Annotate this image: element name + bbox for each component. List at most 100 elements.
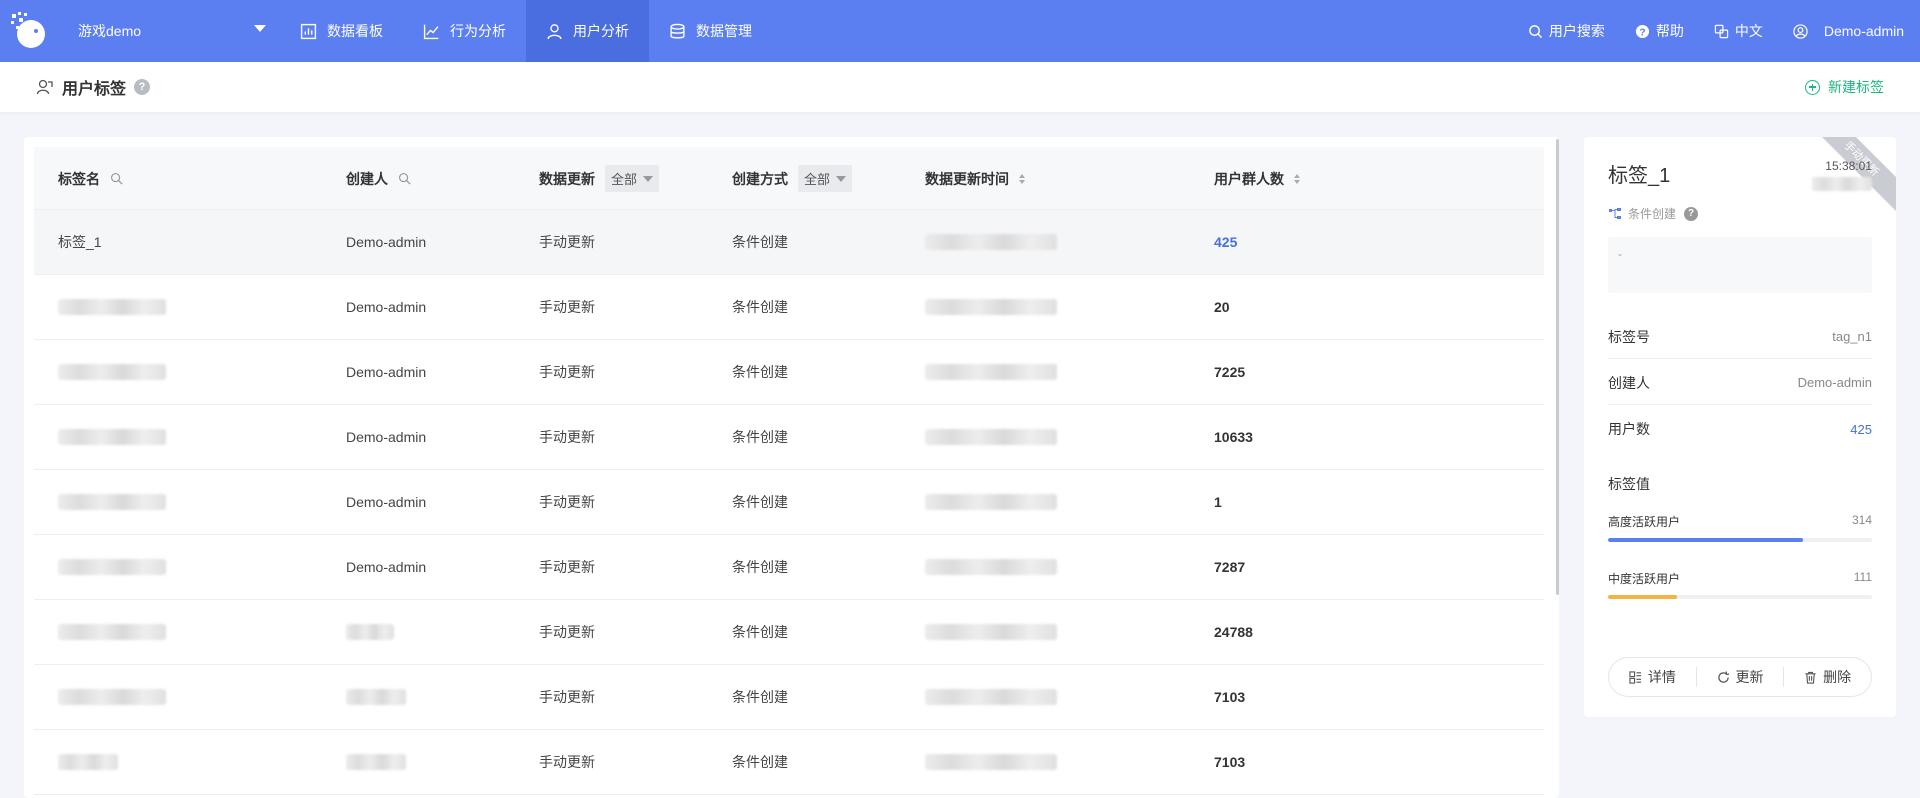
redacted-text: [58, 364, 166, 380]
redacted-text: [925, 299, 1057, 315]
redacted-text: [58, 689, 166, 705]
help-icon[interactable]: ?: [1684, 206, 1699, 221]
cell-method: 条件创建: [732, 494, 788, 510]
logo[interactable]: [0, 0, 58, 62]
sort-icon[interactable]: [1019, 173, 1025, 184]
tag-value-count: 111: [1853, 570, 1872, 584]
language-switch[interactable]: 中文: [1699, 21, 1778, 41]
cell-user-count: 7287: [1214, 559, 1246, 575]
search-icon[interactable]: [110, 172, 123, 185]
cell-creator: Demo-admin: [346, 494, 427, 510]
tag-value-fill: [1608, 595, 1677, 599]
nav-item-dashboard[interactable]: 数据看板: [280, 0, 403, 62]
update-filter-dropdown[interactable]: 全部: [605, 165, 660, 192]
detail-user-count: 用户数 425: [1608, 407, 1872, 451]
bar-chart-icon: [300, 23, 317, 39]
table-row[interactable]: Demo-admin 手动更新 条件创建 7287: [34, 535, 1544, 600]
user-menu[interactable]: Demo-admin: [1778, 23, 1920, 39]
tag-description: -: [1608, 237, 1872, 293]
details-button[interactable]: 详情: [1609, 667, 1696, 687]
details-icon: [1629, 670, 1641, 684]
tag-value-fill: [1608, 538, 1804, 542]
update-time-text: 15:38:01: [1825, 159, 1872, 173]
delete-button[interactable]: 删除: [1783, 667, 1871, 687]
update-button[interactable]: 更新: [1695, 667, 1784, 687]
cell-update-time: [925, 730, 1057, 794]
cell-update: 手动更新: [539, 559, 595, 575]
detail-tag-id: 标签号 tag_n1: [1608, 315, 1872, 359]
tag-detail-panel: 手动更新 标签_1 15:38:01 条件创建 ? - 标签号 tag_n1 创…: [1584, 137, 1896, 717]
table-row[interactable]: Demo-admin 手动更新 条件创建 10633: [34, 405, 1544, 470]
tag-value-label: 中度活跃用户: [1608, 572, 1681, 586]
column-header-time[interactable]: 数据更新时间: [925, 147, 1025, 210]
user-search-button[interactable]: 用户搜索: [1513, 21, 1620, 41]
cell-tag-name: [58, 340, 166, 404]
cell-tag-name: [58, 600, 166, 664]
nav-item-user-analysis[interactable]: 用户分析: [526, 0, 649, 62]
nav-item-data-management[interactable]: 数据管理: [649, 0, 772, 62]
cell-tag-name: [58, 405, 166, 469]
table-row[interactable]: Demo-admin 手动更新 条件创建 7225: [34, 340, 1544, 405]
detail-title: 标签_1: [1608, 165, 1671, 187]
column-label: 标签名: [58, 170, 100, 187]
table-row[interactable]: 手动更新 条件创建 7103: [34, 730, 1544, 795]
search-icon[interactable]: [398, 172, 411, 185]
user-tag-icon: [36, 79, 53, 95]
nav-item-label: 用户分析: [573, 23, 629, 39]
cell-user-count[interactable]: 425: [1214, 210, 1237, 274]
user-icon: [547, 23, 562, 39]
tag-value-item[interactable]: 高度活跃用户 314: [1608, 513, 1872, 542]
help-button[interactable]: ? 帮助: [1620, 21, 1699, 41]
detail-update-time: 15:38:01: [1812, 159, 1872, 191]
app-selector[interactable]: 游戏demo: [58, 0, 274, 62]
tag-id-label: 标签号: [1608, 328, 1650, 345]
help-icon[interactable]: ?: [134, 79, 151, 95]
cell-update-time: [925, 535, 1057, 599]
cell-creator: Demo-admin: [346, 559, 427, 575]
redacted-text: [58, 624, 166, 640]
new-tag-button[interactable]: 新建标签: [1805, 77, 1884, 97]
table-row[interactable]: 手动更新 条件创建 7103: [34, 665, 1544, 730]
language-label: 中文: [1734, 23, 1763, 39]
cell-update: 手动更新: [539, 364, 595, 380]
redacted-text: [58, 299, 166, 315]
user-name: Demo-admin: [1823, 23, 1904, 39]
tag-value-count: 314: [1851, 513, 1872, 527]
table-row[interactable]: Demo-admin 手动更新 条件创建 20: [34, 275, 1544, 340]
redacted-text: [346, 624, 394, 640]
table-row[interactable]: 手动更新 条件创建 24788: [34, 600, 1544, 665]
table-scrollbar[interactable]: [1556, 139, 1559, 595]
redacted-text: [925, 689, 1057, 705]
cell-user-count: 7103: [1214, 754, 1246, 770]
trend-icon: [423, 24, 439, 39]
cell-tag-name: [58, 730, 118, 794]
tag-value-item[interactable]: 中度活跃用户 111: [1608, 570, 1872, 599]
nav-item-behavior[interactable]: 行为分析: [403, 0, 526, 62]
page-header: 用户标签 ? 新建标签: [0, 62, 1920, 112]
cell-creator: [346, 665, 406, 729]
sort-icon[interactable]: [1294, 173, 1300, 184]
cell-tag-name: [58, 275, 166, 339]
caret-down-icon: [836, 175, 847, 182]
trash-icon: [1805, 671, 1816, 684]
help-circle-icon: ?: [1635, 24, 1649, 38]
refresh-icon: [1717, 670, 1729, 683]
table-row[interactable]: 标签_1 Demo-admin 手动更新 条件创建 425: [34, 210, 1544, 275]
cell-update-time: [925, 470, 1057, 534]
redacted-text: [346, 689, 406, 705]
cell-user-count: 10633: [1214, 429, 1253, 445]
method-filter-dropdown[interactable]: 全部: [798, 165, 853, 192]
table-row[interactable]: Demo-admin 手动更新 条件创建 1: [34, 470, 1544, 535]
column-header-count[interactable]: 用户群人数: [1214, 147, 1300, 210]
redacted-text: [925, 364, 1057, 380]
nav-item-label: 数据看板: [327, 23, 383, 39]
user-search-label: 用户搜索: [1548, 23, 1605, 39]
cell-method: 条件创建: [732, 754, 788, 770]
redacted-date: [1812, 177, 1872, 191]
cell-method: 条件创建: [732, 234, 788, 250]
redacted-text: [58, 754, 118, 770]
update-label: 更新: [1735, 669, 1764, 685]
plus-circle-icon: [1805, 79, 1820, 95]
filter-value: 全部: [804, 172, 831, 187]
users-value[interactable]: 425: [1850, 422, 1872, 437]
